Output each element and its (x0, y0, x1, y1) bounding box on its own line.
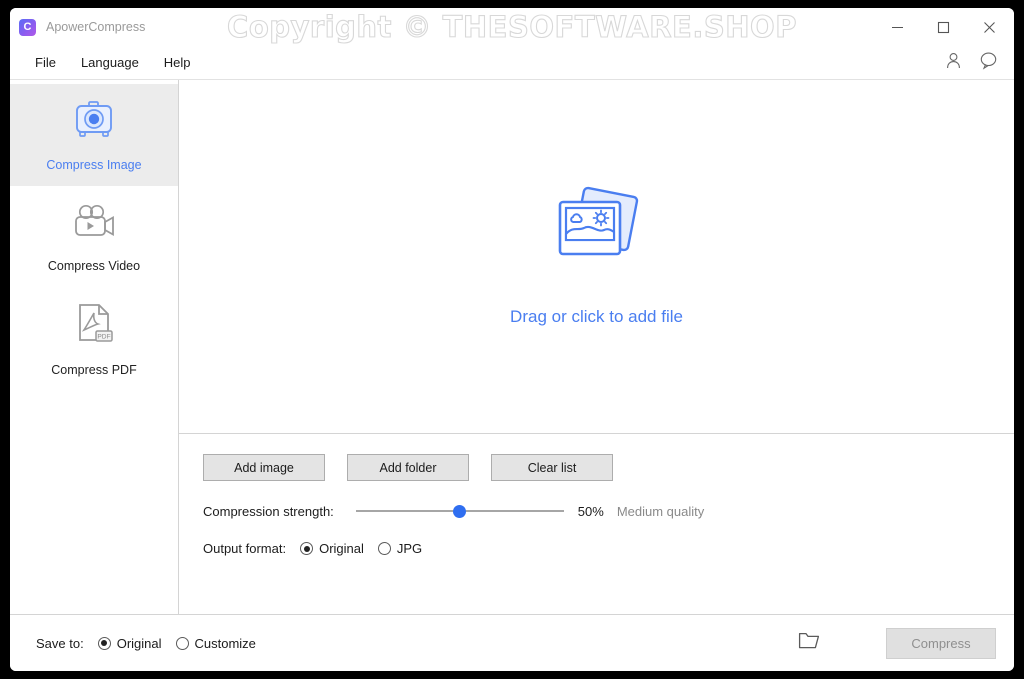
title-bar: C ApowerCompress Copyright © THESOFTWARE… (10, 8, 1014, 46)
output-format-option-jpg[interactable]: JPG (377, 541, 423, 556)
output-format-option-original[interactable]: Original (300, 541, 364, 556)
radio-label: JPG (396, 541, 423, 556)
pdf-file-icon: PDF (72, 302, 116, 351)
add-image-button[interactable]: Add image (203, 454, 325, 481)
right-pane: Drag or click to add file Add image Add … (179, 80, 1014, 614)
output-format-label: Output format: (203, 541, 287, 556)
sidebar-item-compress-pdf[interactable]: PDF Compress PDF (10, 288, 178, 390)
menu-item-language[interactable]: Language (74, 52, 146, 73)
sidebar-item-label: Compress Image (46, 157, 142, 172)
compress-button[interactable]: Compress (886, 627, 996, 659)
radio-save-original-icon[interactable] (97, 636, 111, 650)
folder-icon[interactable] (798, 631, 820, 655)
maximize-button[interactable] (920, 8, 966, 46)
radio-label: Original (319, 541, 364, 556)
radio-original-icon[interactable] (300, 542, 314, 555)
save-to-option-original[interactable]: Original (97, 635, 162, 651)
person-icon[interactable] (944, 51, 963, 75)
sidebar: Compress Image Compress Video PDF Compre… (10, 80, 179, 614)
menu-right-icons (944, 46, 998, 80)
video-camera-icon (70, 202, 118, 247)
photos-stack-icon (551, 186, 643, 277)
bottom-bar: Save to: Original Customize Compress (10, 614, 1014, 671)
output-format-row: Output format: Original JPG (203, 541, 1014, 556)
watermark-text: Copyright © THESOFTWARE.SHOP (226, 9, 797, 44)
clear-list-button[interactable]: Clear list (491, 454, 613, 481)
speech-bubble-icon[interactable] (979, 51, 998, 75)
sidebar-item-compress-image[interactable]: Compress Image (10, 84, 178, 186)
app-logo-icon: C (19, 18, 36, 36)
sidebar-item-compress-video[interactable]: Compress Video (10, 186, 178, 288)
app-body: Compress Image Compress Video PDF Compre… (10, 80, 1014, 671)
camera-icon (71, 99, 117, 146)
menu-item-help[interactable]: Help (157, 52, 198, 73)
compression-strength-slider[interactable] (355, 503, 564, 519)
radio-jpg-icon[interactable] (377, 542, 391, 555)
add-folder-button[interactable]: Add folder (347, 454, 469, 481)
window-controls (874, 8, 1012, 46)
menu-bar: File Language Help (10, 46, 1014, 80)
save-to-option-customize[interactable]: Customize (175, 635, 256, 651)
close-button[interactable] (966, 8, 1012, 46)
app-title: ApowerCompress (46, 20, 146, 34)
slider-handle[interactable] (453, 505, 467, 518)
compression-percent-value: 50% (577, 503, 604, 519)
minimize-button[interactable] (874, 8, 920, 46)
controls-panel: Add image Add folder Clear list Compress… (179, 434, 1014, 614)
sidebar-item-label: Compress PDF (51, 362, 137, 377)
action-button-row: Add image Add folder Clear list (203, 454, 1014, 481)
compression-strength-label: Compression strength: (203, 503, 334, 519)
compression-strength-row: Compression strength: 50% Medium quality (203, 503, 1014, 519)
radio-label: Customize (194, 635, 256, 651)
compression-quality-label: Medium quality (616, 503, 705, 519)
save-to-label: Save to: (36, 635, 84, 651)
drop-zone-text: Drag or click to add file (510, 307, 683, 326)
main-area: Compress Image Compress Video PDF Compre… (10, 80, 1014, 614)
svg-text:PDF: PDF (97, 333, 110, 340)
drop-zone[interactable]: Drag or click to add file (179, 80, 1014, 434)
radio-label: Original (116, 635, 162, 651)
app-window: C ApowerCompress Copyright © THESOFTWARE… (10, 8, 1014, 671)
radio-save-customize-icon[interactable] (175, 636, 189, 650)
menu-item-file[interactable]: File (28, 52, 63, 73)
sidebar-item-label: Compress Video (47, 258, 141, 273)
